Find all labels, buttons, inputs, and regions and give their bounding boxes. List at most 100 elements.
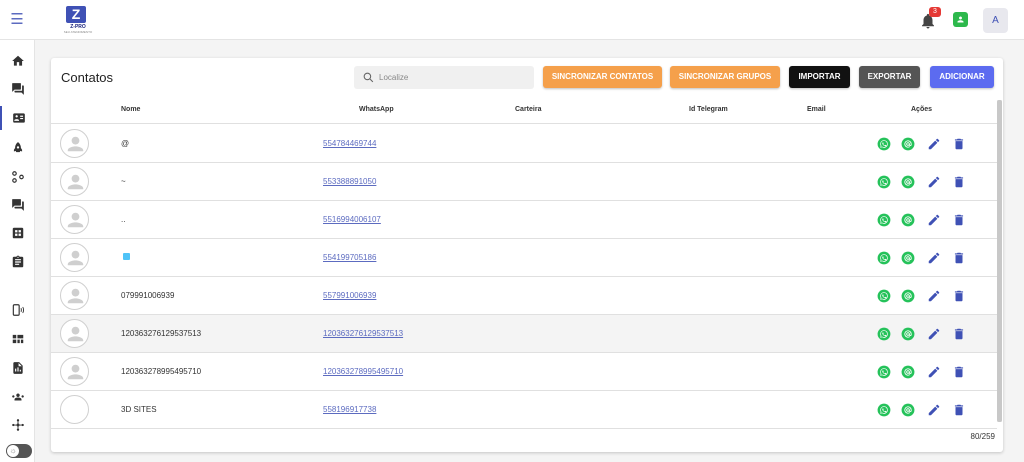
delete-trash-icon[interactable] [952,327,966,341]
sidebar-item-flows[interactable] [0,165,35,189]
delete-trash-icon[interactable] [952,403,966,417]
whatsapp-icon[interactable] [877,289,891,303]
at-sign-icon[interactable] [901,365,915,379]
forum-icon [11,199,24,211]
emoji-tile-icon [123,253,130,260]
search-input[interactable] [379,69,529,86]
table-row[interactable]: @554784469744 [51,125,997,163]
table-row[interactable]: 120363278995495710 120363278995495710 [51,353,997,391]
sidebar-item-reports[interactable] [0,356,35,380]
contact-avatar [60,319,89,348]
column-whatsapp[interactable]: WhatsApp [359,106,394,113]
app-logo[interactable]: Z Z-PRO SEU ATENDIMENTO [56,6,100,34]
table-row[interactable]: .. 5516994006107 [51,201,997,239]
table-header: Nome WhatsApp Carteira Id Telegram Email… [51,99,997,124]
contact-whatsapp-link[interactable]: 554199705186 [323,253,376,262]
hamburger-menu-icon[interactable]: ☰ [9,12,25,28]
column-email[interactable]: Email [807,106,826,113]
sidebar-item-tasks[interactable] [0,250,35,274]
at-sign-icon[interactable] [901,289,915,303]
search-box[interactable] [354,66,534,89]
import-button[interactable]: IMPORTAR [789,66,850,88]
notification-badge: 3 [929,7,941,17]
contact-whatsapp-link[interactable]: 120363278995495710 [323,367,403,376]
sidebar-item-panels[interactable] [0,327,35,351]
whatsapp-icon[interactable] [877,137,891,151]
delete-trash-icon[interactable] [952,365,966,379]
table-row[interactable]: ~553388891050 [51,163,997,201]
at-sign-icon[interactable] [901,403,915,417]
sidebar-item-users[interactable] [0,385,35,409]
table-row[interactable]: 120363276129537513 120363276129537513 [51,315,997,353]
sync-groups-button[interactable]: SINCRONIZAR GRUPOS [670,66,780,88]
edit-pencil-icon[interactable] [927,365,941,379]
whatsapp-icon[interactable] [877,251,891,265]
table-row[interactable]: 079991006939 557991006939 [51,277,997,315]
add-contact-button[interactable]: ADICIONAR [930,66,994,88]
dashboard-icon [12,227,23,239]
contacts-card-icon [12,113,25,123]
group-icon [11,393,24,401]
sidebar-item-dashboard[interactable] [0,221,35,245]
delete-trash-icon[interactable] [952,289,966,303]
api-icon [11,419,24,431]
edit-pencil-icon[interactable] [927,251,941,265]
edit-pencil-icon[interactable] [927,175,941,189]
at-sign-icon[interactable] [901,137,915,151]
edit-pencil-icon[interactable] [927,327,941,341]
contact-name: 079991006939 [121,291,175,300]
edit-pencil-icon[interactable] [927,403,941,417]
contact-whatsapp-link[interactable]: 5516994006107 [323,215,381,224]
at-sign-icon[interactable] [901,213,915,227]
sidebar-item-chats[interactable] [0,77,35,101]
table-scrollbar[interactable] [997,100,1002,422]
logo-mark: Z [66,6,86,23]
at-sign-icon[interactable] [901,251,915,265]
table-row[interactable]: 554199705186 [51,239,997,277]
table-row[interactable]: 3D SITES 558196917738 [51,391,997,429]
whatsapp-icon[interactable] [877,365,891,379]
sidebar-item-api[interactable] [0,413,35,437]
edit-pencil-icon[interactable] [927,289,941,303]
whatsapp-icon[interactable] [877,213,891,227]
export-button[interactable]: EXPORTAR [859,66,920,88]
whatsapp-icon[interactable] [877,175,891,189]
contact-name: 120363278995495710 [121,367,202,376]
contact-whatsapp-link[interactable]: 554784469744 [323,139,376,148]
contact-whatsapp-link[interactable]: 553388891050 [323,177,376,186]
contact-whatsapp-link[interactable]: 557991006939 [323,291,376,300]
panels-icon [12,334,23,344]
contact-whatsapp-link[interactable]: 120363276129537513 [323,329,403,338]
sidebar-item-contacts[interactable] [0,106,35,130]
contact-avatar [60,205,89,234]
edit-pencil-icon[interactable] [927,137,941,151]
at-sign-icon[interactable] [901,175,915,189]
contact-name: .. [121,215,126,224]
delete-trash-icon[interactable] [952,137,966,151]
top-bar: ☰ Z Z-PRO SEU ATENDIMENTO 3 A [0,0,1024,40]
whatsapp-icon[interactable] [877,327,891,341]
column-actions: Ações [911,106,933,113]
sidebar-item-home[interactable] [0,49,35,73]
user-avatar[interactable]: A [983,8,1008,33]
column-wallet[interactable]: Carteira [515,106,541,113]
delete-trash-icon[interactable] [952,175,966,189]
delete-trash-icon[interactable] [952,213,966,227]
edit-pencil-icon[interactable] [927,213,941,227]
rocket-icon [13,142,22,153]
delete-trash-icon[interactable] [952,251,966,265]
whatsapp-icon[interactable] [877,403,891,417]
sidebar-item-forum[interactable] [0,193,35,217]
at-sign-icon[interactable] [901,327,915,341]
contact-avatar [60,129,89,158]
sidebar-item-connections[interactable] [0,298,35,322]
scrollbar-thumb[interactable] [997,100,1002,422]
contact-avatar [60,357,89,386]
theme-toggle[interactable]: ☼ [6,444,32,458]
column-telegram[interactable]: Id Telegram [689,106,728,113]
contact-whatsapp-link[interactable]: 558196917738 [323,405,376,414]
column-name[interactable]: Nome [121,106,140,113]
user-status-icon[interactable] [953,12,968,27]
sync-contacts-button[interactable]: SINCRONIZAR CONTATOS [543,66,662,88]
sidebar-item-campaigns[interactable] [0,136,35,160]
